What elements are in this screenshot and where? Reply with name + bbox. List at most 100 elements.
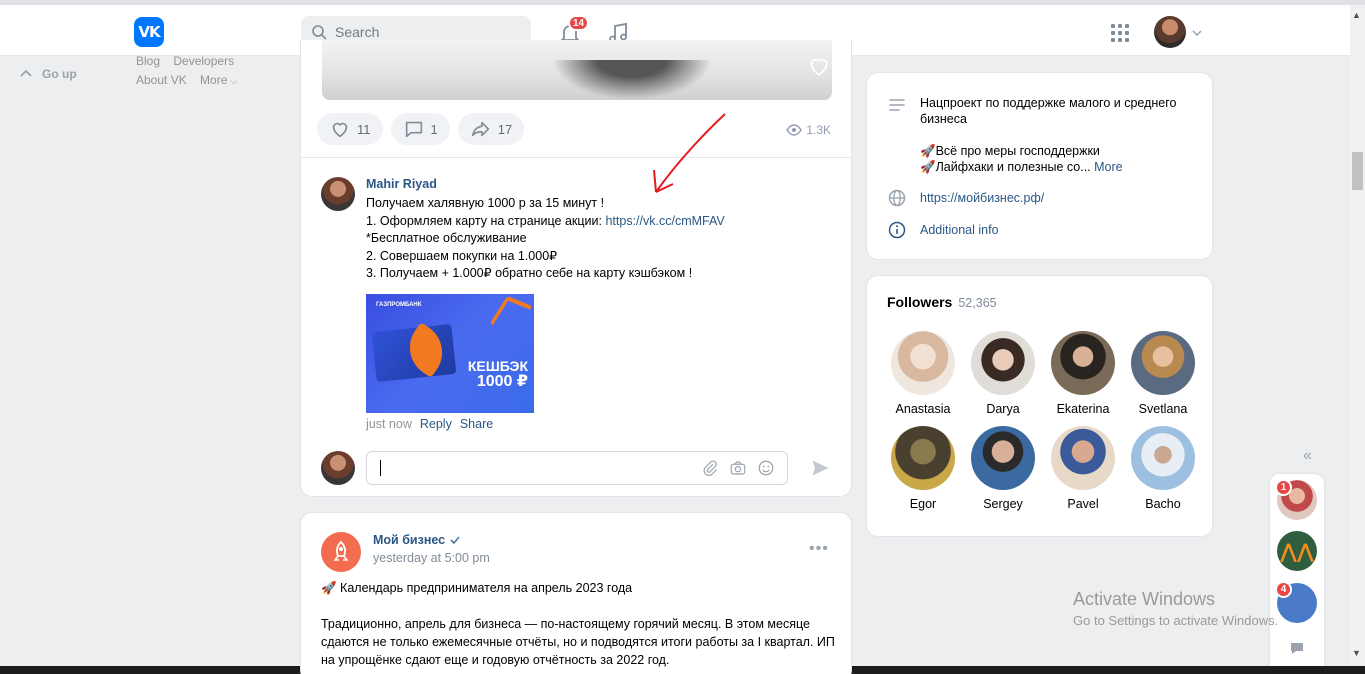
comment-icon [405,121,422,138]
reply-link[interactable]: Reply [420,417,452,431]
chevron-down-icon[interactable] [1191,27,1203,39]
views-count: 1.3K [806,123,831,137]
go-up-button[interactable]: Go up [18,66,77,82]
more-options-icon[interactable]: ••• [809,540,829,558]
more-link[interactable]: More ⌵ [200,73,247,87]
comment-button[interactable]: 1 [390,113,450,145]
promo-link[interactable]: https://vk.cc/cmMFAV [605,214,724,228]
collapse-chats-icon[interactable]: « [1303,447,1312,465]
bank-logo-icon [489,295,533,335]
follower-name: Svetlana [1138,402,1188,416]
share-link[interactable]: Share [460,417,493,431]
windows-activation-watermark: Activate Windows Go to Settings to activ… [1073,589,1278,628]
post-image[interactable] [322,40,832,100]
about-vk-link[interactable]: About VK [136,73,187,87]
scroll-thumb[interactable] [1352,152,1363,190]
banner-cashback-amount: 1000 ₽ [476,373,528,390]
follower-avatar [971,426,1035,490]
heart-outline-icon[interactable] [806,53,832,79]
developers-link[interactable]: Developers [173,54,234,68]
verified-check-icon [450,536,460,545]
search-icon [312,25,327,40]
send-icon[interactable] [810,458,830,478]
post-card: 11 1 17 1.3K Mahir Riyad Получаем халявн… [300,40,852,497]
chat-bubble-icon[interactable] [1289,640,1305,656]
reply-input[interactable] [366,451,788,485]
website-link[interactable]: https://мойбизнес.рф/ [920,188,1044,208]
follower-name: Bacho [1145,497,1181,511]
banner-cashback-title: КЕШБЭК [467,358,528,374]
follower-item[interactable]: Egor [883,426,963,511]
camera-icon[interactable] [729,459,747,477]
follower-item[interactable]: Pavel [1043,426,1123,511]
follower-avatar [971,331,1035,395]
comment-line: *Бесплатное обслуживание [366,231,527,245]
text-cursor [380,460,381,476]
description-line-text: 🚀Лайфхаки и полезные со... [920,160,1091,174]
follower-name: Anastasia [895,402,951,416]
scroll-down-arrow-icon[interactable]: ▼ [1352,648,1361,658]
followers-title-label: Followers [887,294,953,310]
follower-name: Darya [986,402,1020,416]
description-text: Нацпроект по поддержке малого и среднего… [920,96,1177,126]
followers-title[interactable]: Followers 52,365 [887,294,997,310]
community-avatar[interactable] [321,532,361,572]
post-actions: 11 1 17 [317,113,525,145]
footer-links: Blog Developers About VK More ⌵ [136,52,257,91]
more-link-label: More [200,73,228,87]
chat-sidebar: 1 ⋀⋀ 4 [1270,474,1324,666]
info-circle-icon [888,221,906,239]
share-button[interactable]: 17 [457,113,525,145]
emoji-icon[interactable] [757,459,775,477]
community-info-card: Нацпроект по поддержке малого и среднего… [866,72,1213,260]
paperclip-icon[interactable] [701,459,719,477]
community-name-label: Мой бизнес [373,533,446,547]
follower-avatar [891,331,955,395]
share-count: 17 [497,121,513,137]
follower-item[interactable]: Ekaterina [1043,331,1123,416]
additional-info-link[interactable]: Additional info [920,220,999,240]
comment-time: just now [366,417,412,431]
comment-text: Получаем халявную 1000 р за 15 минут ! 1… [366,195,806,283]
follower-item[interactable]: Anastasia [883,331,963,416]
post-card: Мой бизнес yesterday at 5:00 pm ••• 🚀 Ка… [300,512,852,674]
share-arrow-icon [471,121,489,137]
follower-item[interactable]: Svetlana [1123,331,1203,416]
scroll-up-arrow-icon[interactable]: ▲ [1352,10,1361,20]
show-more-link[interactable]: More [1094,160,1122,174]
followers-grid: Anastasia Darya Ekaterina Svetlana Egor … [883,331,1203,511]
post-time[interactable]: yesterday at 5:00 pm [373,551,490,565]
follower-avatar [1051,426,1115,490]
profile-avatar[interactable] [1154,16,1186,48]
follower-avatar [1051,331,1115,395]
description-line: 🚀Всё про меры господдержки [920,144,1100,158]
additional-info-row: Additional info [887,220,999,240]
community-name[interactable]: Мой бизнес [373,533,461,547]
views-counter: 1.3K [786,122,831,138]
blog-link[interactable]: Blog [136,54,160,68]
page-scrollbar[interactable] [1350,5,1365,666]
follower-avatar [1131,331,1195,395]
search-placeholder: Search [335,24,380,40]
comment-author[interactable]: Mahir Riyad [366,177,437,191]
follower-name: Sergey [983,497,1023,511]
like-button[interactable]: 11 [317,113,383,145]
promo-banner-image[interactable]: ГАЗПРОМБАНК КЕШБЭК 1000 ₽ [366,294,534,413]
followers-count: 52,365 [958,296,997,310]
post-headline: 🚀 Календарь предпринимателя на апрель 20… [321,581,633,595]
followers-card: Followers 52,365 Anastasia Darya Ekaterin… [866,275,1213,537]
follower-name: Ekaterina [1056,402,1110,416]
info-description-row: Нацпроект по поддержке малого и среднего… [887,95,1200,175]
like-count: 11 [357,121,371,137]
rocket-icon [333,540,349,561]
chat-avatar[interactable]: ⋀⋀ [1277,531,1317,571]
follower-item[interactable]: Bacho [1123,426,1203,511]
apps-grid-icon[interactable] [1110,23,1130,43]
activate-title: Activate Windows [1073,589,1216,609]
follower-avatar [1131,426,1195,490]
follower-item[interactable]: Sergey [963,426,1043,511]
vk-logo-icon[interactable]: VK [134,17,164,47]
heart-icon [332,122,348,138]
follower-item[interactable]: Darya [963,331,1043,416]
comment-author-avatar[interactable] [321,177,355,211]
